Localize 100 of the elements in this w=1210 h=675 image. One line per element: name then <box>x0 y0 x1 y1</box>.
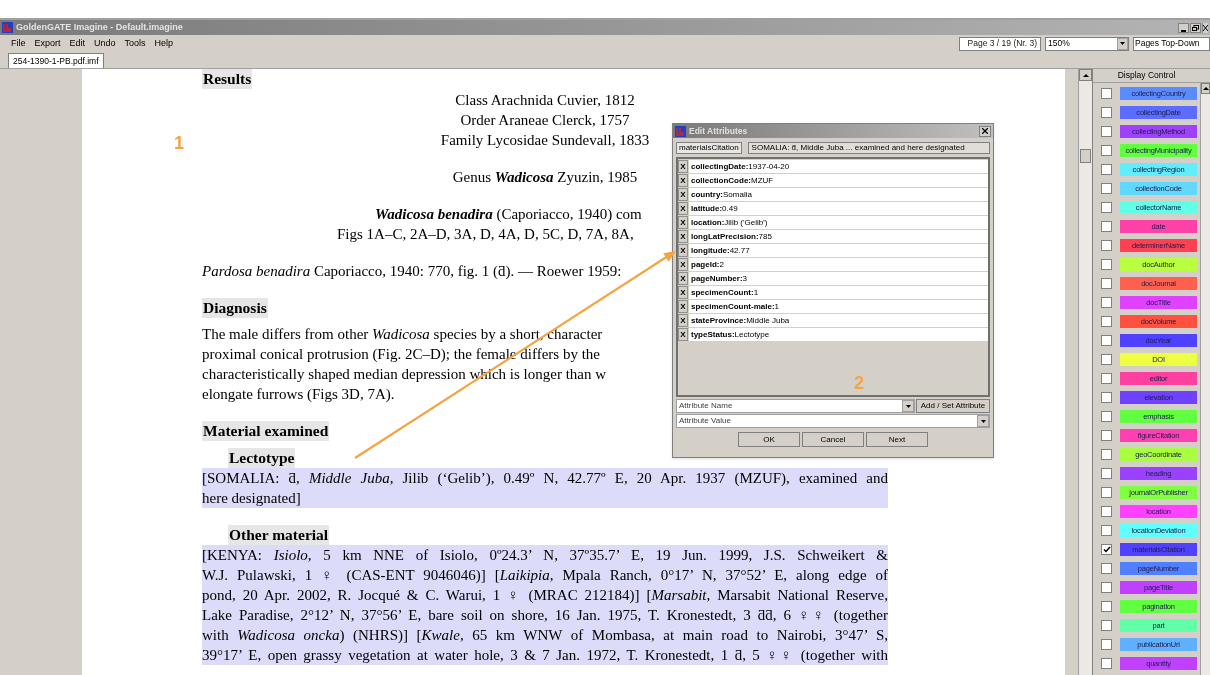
remove-button[interactable]: X <box>678 160 688 173</box>
checkbox[interactable] <box>1101 259 1112 270</box>
checkbox[interactable] <box>1101 164 1112 175</box>
menu-item[interactable]: Help <box>154 36 174 51</box>
marker-number: 1 <box>174 132 184 155</box>
attribute-entry[interactable]: longitude:42.77 <box>689 244 988 257</box>
checkbox[interactable] <box>1101 221 1112 232</box>
attribute-entry[interactable]: collectingDate:1937-04-20 <box>689 160 988 173</box>
checkbox[interactable] <box>1101 145 1112 156</box>
remove-button[interactable]: X <box>678 174 688 187</box>
layout-dropdown[interactable]: Pages Top-Down <box>1133 36 1210 51</box>
attribute-entry[interactable]: location:Jilib ('Gelib') <box>689 216 988 229</box>
remove-button[interactable]: X <box>678 300 688 313</box>
checkbox[interactable] <box>1101 449 1112 460</box>
checkbox[interactable] <box>1101 430 1112 441</box>
remove-button[interactable]: X <box>678 244 688 257</box>
checkbox[interactable] <box>1101 354 1112 365</box>
menu-item[interactable]: Tools <box>124 36 146 51</box>
checkbox[interactable] <box>1101 202 1112 213</box>
checkbox[interactable] <box>1101 487 1112 498</box>
dialog-button[interactable]: Next <box>866 432 928 447</box>
menu-item[interactable]: Undo <box>94 36 116 51</box>
menu-item[interactable]: File <box>11 36 26 51</box>
panel-scrollbar[interactable] <box>1200 83 1210 675</box>
checkbox[interactable] <box>1101 316 1112 327</box>
text-line: pond, 20 Apr. 2002, R. Jocqué & C. Warui, 1 ♀ (MRAC 212184)] [Marsabit, Marsabit National Reserve, <box>202 586 888 605</box>
checkbox[interactable] <box>1101 126 1112 137</box>
attribute-entry[interactable]: longLatPrecision:785 <box>689 230 988 243</box>
close-icon <box>982 128 988 134</box>
checkbox[interactable] <box>1101 297 1112 308</box>
checkbox[interactable] <box>1101 183 1112 194</box>
remove-button[interactable]: X <box>678 272 688 285</box>
checkbox[interactable] <box>1101 411 1112 422</box>
close-button[interactable] <box>979 125 991 137</box>
text-line: [KENYA: Isiolo, 5 km NNE of Isiolo, 0º24.3’ N, 37º35.7’ E, 19 Jun. 1999, J.S. Schweikert & <box>202 546 888 565</box>
attribute-entry[interactable]: country:Somalia <box>689 188 988 201</box>
attribute-name-dropdown[interactable]: Attribute Name <box>676 399 915 413</box>
attribute-entry[interactable]: pageId:2 <box>689 258 988 271</box>
maximize-button[interactable] <box>1190 22 1201 33</box>
remove-button[interactable]: X <box>678 188 688 201</box>
taxon-line: Family Lycosidae Sundevall, 1833 <box>440 131 650 150</box>
checkbox[interactable] <box>1101 107 1112 118</box>
remove-button[interactable]: X <box>678 328 688 341</box>
attribute-entry[interactable]: specimenCount:1 <box>689 286 988 299</box>
zoom-dropdown[interactable]: 150% <box>1045 36 1129 51</box>
checkbox[interactable] <box>1101 88 1112 99</box>
minimize-button[interactable] <box>1178 22 1189 33</box>
checkbox[interactable] <box>1101 601 1112 612</box>
scroll-up-button[interactable] <box>1201 83 1210 94</box>
text-line: with Wadicosa oncka) (NHRS)] [Kwale, 65 km WNW of Mombasa, at main road to Nairobi, 3°47’ S, <box>202 626 888 645</box>
close-button[interactable] <box>1202 22 1208 33</box>
scrollbar[interactable] <box>1078 69 1092 675</box>
attribute-entry[interactable]: typeStatus:Lectotype <box>689 328 988 341</box>
up-arrow-icon <box>1082 73 1089 77</box>
checkbox[interactable] <box>1101 563 1112 574</box>
attribute-entry[interactable]: latitude:0.49 <box>689 202 988 215</box>
annotation-value-field: SOMALIA: ƌ, Middle Juba ... examined and here designated <box>747 142 990 154</box>
remove-button[interactable]: X <box>678 258 688 271</box>
taxon-line: Order Araneae Clerck, 1757 <box>460 111 630 130</box>
remove-button[interactable]: X <box>678 314 688 327</box>
checkbox[interactable] <box>1101 658 1112 669</box>
scroll-thumb[interactable] <box>1080 149 1091 163</box>
checkbox[interactable] <box>1101 582 1112 593</box>
checkbox[interactable] <box>1101 468 1112 479</box>
checkbox[interactable] <box>1101 639 1112 650</box>
remove-button[interactable]: X <box>678 202 688 215</box>
menu-item[interactable]: Export <box>34 36 61 51</box>
app-icon <box>675 125 686 137</box>
add-attribute-button[interactable]: Add / Set Attribute <box>916 399 990 413</box>
subsection-heading: Lectotype <box>228 448 296 468</box>
attribute-entry[interactable]: specimenCount-male:1 <box>689 300 988 313</box>
remove-button[interactable]: X <box>678 286 688 299</box>
remove-button[interactable]: X <box>678 216 688 229</box>
app-icon <box>2 22 13 33</box>
checkbox[interactable] <box>1101 506 1112 517</box>
checkbox[interactable] <box>1101 373 1112 384</box>
close-icon <box>1203 24 1208 31</box>
attribute-entry[interactable]: stateProvince:Middle Juba <box>689 314 988 327</box>
checkbox[interactable] <box>1101 392 1112 403</box>
attribute-entry[interactable]: collectionCode:MZUF <box>689 174 988 187</box>
checkbox[interactable] <box>1101 278 1112 289</box>
checkbox[interactable] <box>1101 240 1112 251</box>
taxon-line: Genus Wadicosa Zyuzin, 1985 <box>452 168 638 187</box>
dialog-button[interactable]: OK <box>738 432 800 447</box>
dialog-button[interactable]: Cancel <box>802 432 864 447</box>
page-field[interactable]: Page 3 / 19 (Nr. 3) <box>959 36 1041 51</box>
menu-item[interactable]: Edit <box>69 36 86 51</box>
attribute-entry[interactable]: pageNumber:3 <box>689 272 988 285</box>
checkbox[interactable] <box>1101 525 1112 536</box>
scroll-up-button[interactable] <box>1079 69 1092 81</box>
taxon-line: Class Arachnida Cuvier, 1812 <box>455 91 635 110</box>
window-title: GoldenGATE Imagine - Default.imagine <box>16 20 183 34</box>
section-heading: Diagnosis <box>202 298 268 318</box>
text-line: Wadicosa benadira (Caporiacco, 1940) com <box>375 205 642 224</box>
checkbox[interactable] <box>1101 335 1112 346</box>
checkbox[interactable] <box>1101 620 1112 631</box>
remove-button[interactable]: X <box>678 230 688 243</box>
attribute-value-dropdown[interactable]: Attribute Value <box>676 414 990 428</box>
document-tab[interactable]: 254-1390-1-PB.pdf.imf <box>8 53 104 68</box>
checkbox[interactable] <box>1101 544 1112 555</box>
